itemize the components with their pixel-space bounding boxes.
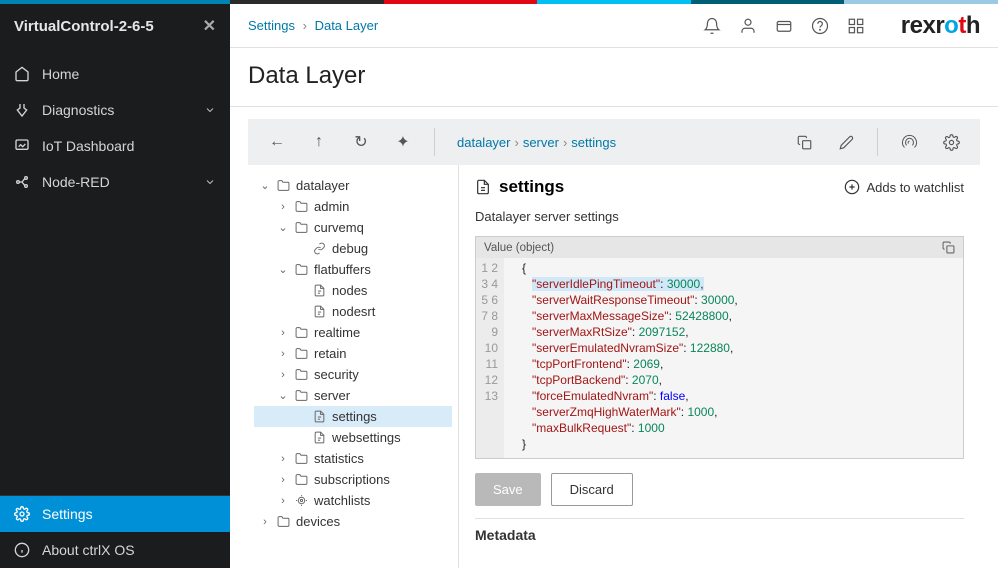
chevron-icon[interactable]: › [276, 453, 290, 465]
breadcrumb-1[interactable]: Data Layer [315, 18, 379, 33]
chevron-icon[interactable]: › [258, 516, 272, 528]
sidebar-item-diagnostics[interactable]: Diagnostics [0, 92, 230, 128]
copy-icon[interactable] [787, 125, 821, 159]
sidebar-settings[interactable]: Settings [0, 496, 230, 532]
target-icon[interactable]: ✦ [386, 125, 420, 159]
top-bar: Settings › Data Layer rexroth [230, 4, 998, 48]
folder-icon [294, 452, 308, 466]
chevron-icon[interactable]: › [276, 348, 290, 360]
tree-node-settings[interactable]: settings [254, 406, 452, 427]
tree-pane[interactable]: ⌄datalayer›admin⌄curvemqdebug⌄flatbuffer… [248, 165, 458, 568]
settings-gear-icon[interactable] [934, 125, 968, 159]
help-icon[interactable] [811, 17, 829, 35]
tree-node-admin[interactable]: ›admin [254, 196, 452, 217]
tree-node-realtime[interactable]: ›realtime [254, 322, 452, 343]
wallet-icon[interactable] [775, 17, 793, 35]
save-button[interactable]: Save [475, 473, 541, 506]
main-area: Settings › Data Layer rexroth Data Layer… [230, 0, 998, 568]
chevron-icon[interactable]: › [276, 369, 290, 381]
nodered-icon [14, 174, 30, 190]
sidebar: VirtualControl-2-6-5 ✕ HomeDiagnosticsIo… [0, 0, 230, 568]
tree-node-websettings[interactable]: websettings [254, 427, 452, 448]
sidebar-about-label: About ctrlX OS [42, 542, 135, 558]
back-icon[interactable]: ← [260, 125, 294, 159]
user-icon[interactable] [739, 17, 757, 35]
details-pane: settings Adds to watchlist Datalayer ser… [458, 165, 980, 568]
tree-node-flatbuffers[interactable]: ⌄flatbuffers [254, 259, 452, 280]
tree-node-curvemq[interactable]: ⌄curvemq [254, 217, 452, 238]
diag-icon [14, 102, 30, 118]
sidebar-about[interactable]: About ctrlX OS [0, 532, 230, 568]
fingerprint-icon[interactable] [892, 125, 926, 159]
file-icon [312, 305, 326, 319]
tree-node-subscriptions[interactable]: ›subscriptions [254, 469, 452, 490]
add-to-watchlist[interactable]: Adds to watchlist [844, 179, 964, 195]
expand-editor-icon[interactable] [942, 241, 955, 254]
link-icon [312, 242, 326, 256]
refresh-icon[interactable]: ↻ [344, 125, 378, 159]
app-title: VirtualControl-2-6-5 [14, 18, 154, 35]
chevron-icon[interactable]: ⌄ [276, 221, 290, 234]
page-title: Data Layer [230, 48, 998, 107]
tree-node-debug[interactable]: debug [254, 238, 452, 259]
tree-node-server[interactable]: ⌄server [254, 385, 452, 406]
watch-icon [294, 494, 308, 508]
chevron-down-icon [204, 104, 216, 116]
sidebar-item-node-red[interactable]: Node-RED [0, 164, 230, 200]
tree-node-security[interactable]: ›security [254, 364, 452, 385]
file-icon [475, 179, 491, 195]
file-icon [312, 431, 326, 445]
tree-node-nodes[interactable]: nodes [254, 280, 452, 301]
toolbar: ← ↑ ↻ ✦ datalayer›server›settings [248, 119, 980, 165]
tree-node-devices[interactable]: ›devices [254, 511, 452, 532]
folder-icon [294, 389, 308, 403]
folder-icon [294, 368, 308, 382]
sidebar-item-home[interactable]: Home [0, 56, 230, 92]
bell-icon[interactable] [703, 17, 721, 35]
tree-node-root[interactable]: ⌄datalayer [254, 175, 452, 196]
chevron-down-icon [204, 176, 216, 188]
node-description: Datalayer server settings [475, 209, 964, 224]
apps-icon[interactable] [847, 17, 865, 35]
breadcrumb-0[interactable]: Settings [248, 18, 295, 33]
close-icon[interactable]: ✕ [203, 16, 216, 36]
chevron-icon[interactable]: › [276, 495, 290, 507]
sidebar-header: VirtualControl-2-6-5 ✕ [0, 4, 230, 48]
chevron-icon[interactable]: › [276, 474, 290, 486]
metadata-heading: Metadata [475, 518, 964, 543]
tree-node-statistics[interactable]: ›statistics [254, 448, 452, 469]
json-editor[interactable]: Value (object) 1 2 3 4 5 6 7 8 9 10 11 1… [475, 236, 964, 459]
folder-icon [294, 347, 308, 361]
info-icon [14, 542, 30, 558]
file-icon [312, 410, 326, 424]
discard-button[interactable]: Discard [551, 473, 633, 506]
breadcrumb[interactable]: Settings › Data Layer [248, 18, 378, 33]
dash-icon [14, 138, 30, 154]
folder-icon [294, 326, 308, 340]
toolbar-path[interactable]: datalayer›server›settings [449, 135, 779, 150]
sidebar-item-iot-dashboard[interactable]: IoT Dashboard [0, 128, 230, 164]
home-icon [14, 66, 30, 82]
tree-node-nodesrt[interactable]: nodesrt [254, 301, 452, 322]
tree-node-retain[interactable]: ›retain [254, 343, 452, 364]
edit-icon[interactable] [829, 125, 863, 159]
gear-icon [14, 506, 30, 522]
chevron-icon[interactable]: › [276, 327, 290, 339]
folder-icon [294, 200, 308, 214]
chevron-icon[interactable]: ⌄ [276, 389, 290, 402]
chevron-icon[interactable]: › [276, 201, 290, 213]
file-icon [312, 284, 326, 298]
value-type-label: Value (object) [484, 242, 554, 254]
node-title: settings [475, 177, 564, 197]
folder-icon [276, 515, 290, 529]
up-icon[interactable]: ↑ [302, 125, 336, 159]
folder-icon [294, 473, 308, 487]
folder-icon [294, 221, 308, 235]
tree-node-watchlists[interactable]: ›watchlists [254, 490, 452, 511]
folder-icon [294, 263, 308, 277]
chevron-icon[interactable]: ⌄ [276, 263, 290, 276]
sidebar-settings-label: Settings [42, 506, 93, 522]
brand-logo: rexroth [901, 12, 980, 40]
